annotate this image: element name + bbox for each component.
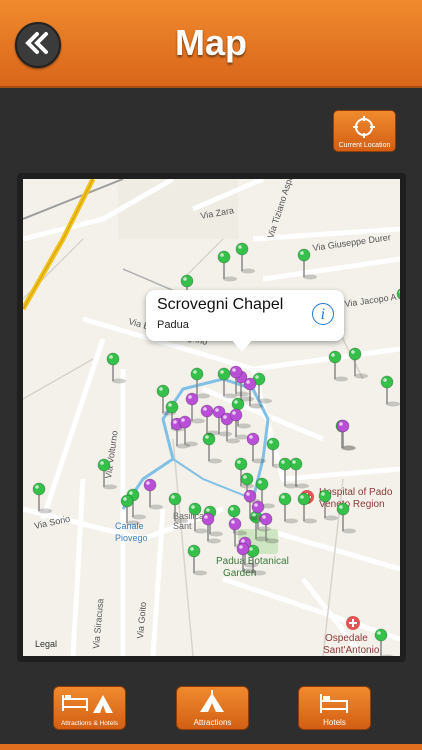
callout-subtitle: Padua	[157, 319, 189, 331]
crosshair-icon	[353, 116, 375, 138]
poi-label: Piovego	[115, 533, 148, 543]
map-canvas: Via Zara Via Tiziano Aspetti Via Giusepp…	[23, 179, 400, 656]
top-bar: Map	[0, 0, 422, 88]
map-view[interactable]: Via Zara Via Tiziano Aspetti Via Giusepp…	[23, 179, 400, 656]
current-location-button[interactable]: Current Location	[333, 110, 396, 152]
hotels-label: Hotels	[323, 718, 346, 727]
poi-label: Ospedale	[325, 633, 368, 644]
map-callout[interactable]: Scrovegni Chapel Padua i	[146, 290, 344, 341]
attractions-hotels-button[interactable]: Attractions & Hotels	[53, 686, 126, 730]
attractions-label: Attractions	[193, 718, 232, 727]
poi-label: Sant'Antonio	[323, 645, 380, 656]
hotels-button[interactable]: Hotels	[298, 686, 371, 730]
bed-icon	[320, 694, 348, 713]
tent-icon	[200, 690, 224, 712]
current-location-label: Current Location	[338, 142, 391, 149]
bottom-edge	[0, 744, 422, 750]
attractions-button[interactable]: Attractions	[176, 686, 249, 730]
legal-link: Legal	[35, 639, 57, 649]
callout-pointer	[232, 340, 252, 352]
bed-tent-icon	[62, 695, 113, 713]
info-icon[interactable]: i	[312, 303, 334, 325]
hospital-icon	[346, 616, 360, 630]
callout-title: Scrovegni Chapel	[157, 296, 284, 313]
attractions-hotels-label: Attractions & Hotels	[60, 720, 119, 727]
map-frame: Via Zara Via Tiziano Aspetti Via Giusepp…	[17, 173, 406, 662]
page-title: Map	[175, 22, 247, 63]
